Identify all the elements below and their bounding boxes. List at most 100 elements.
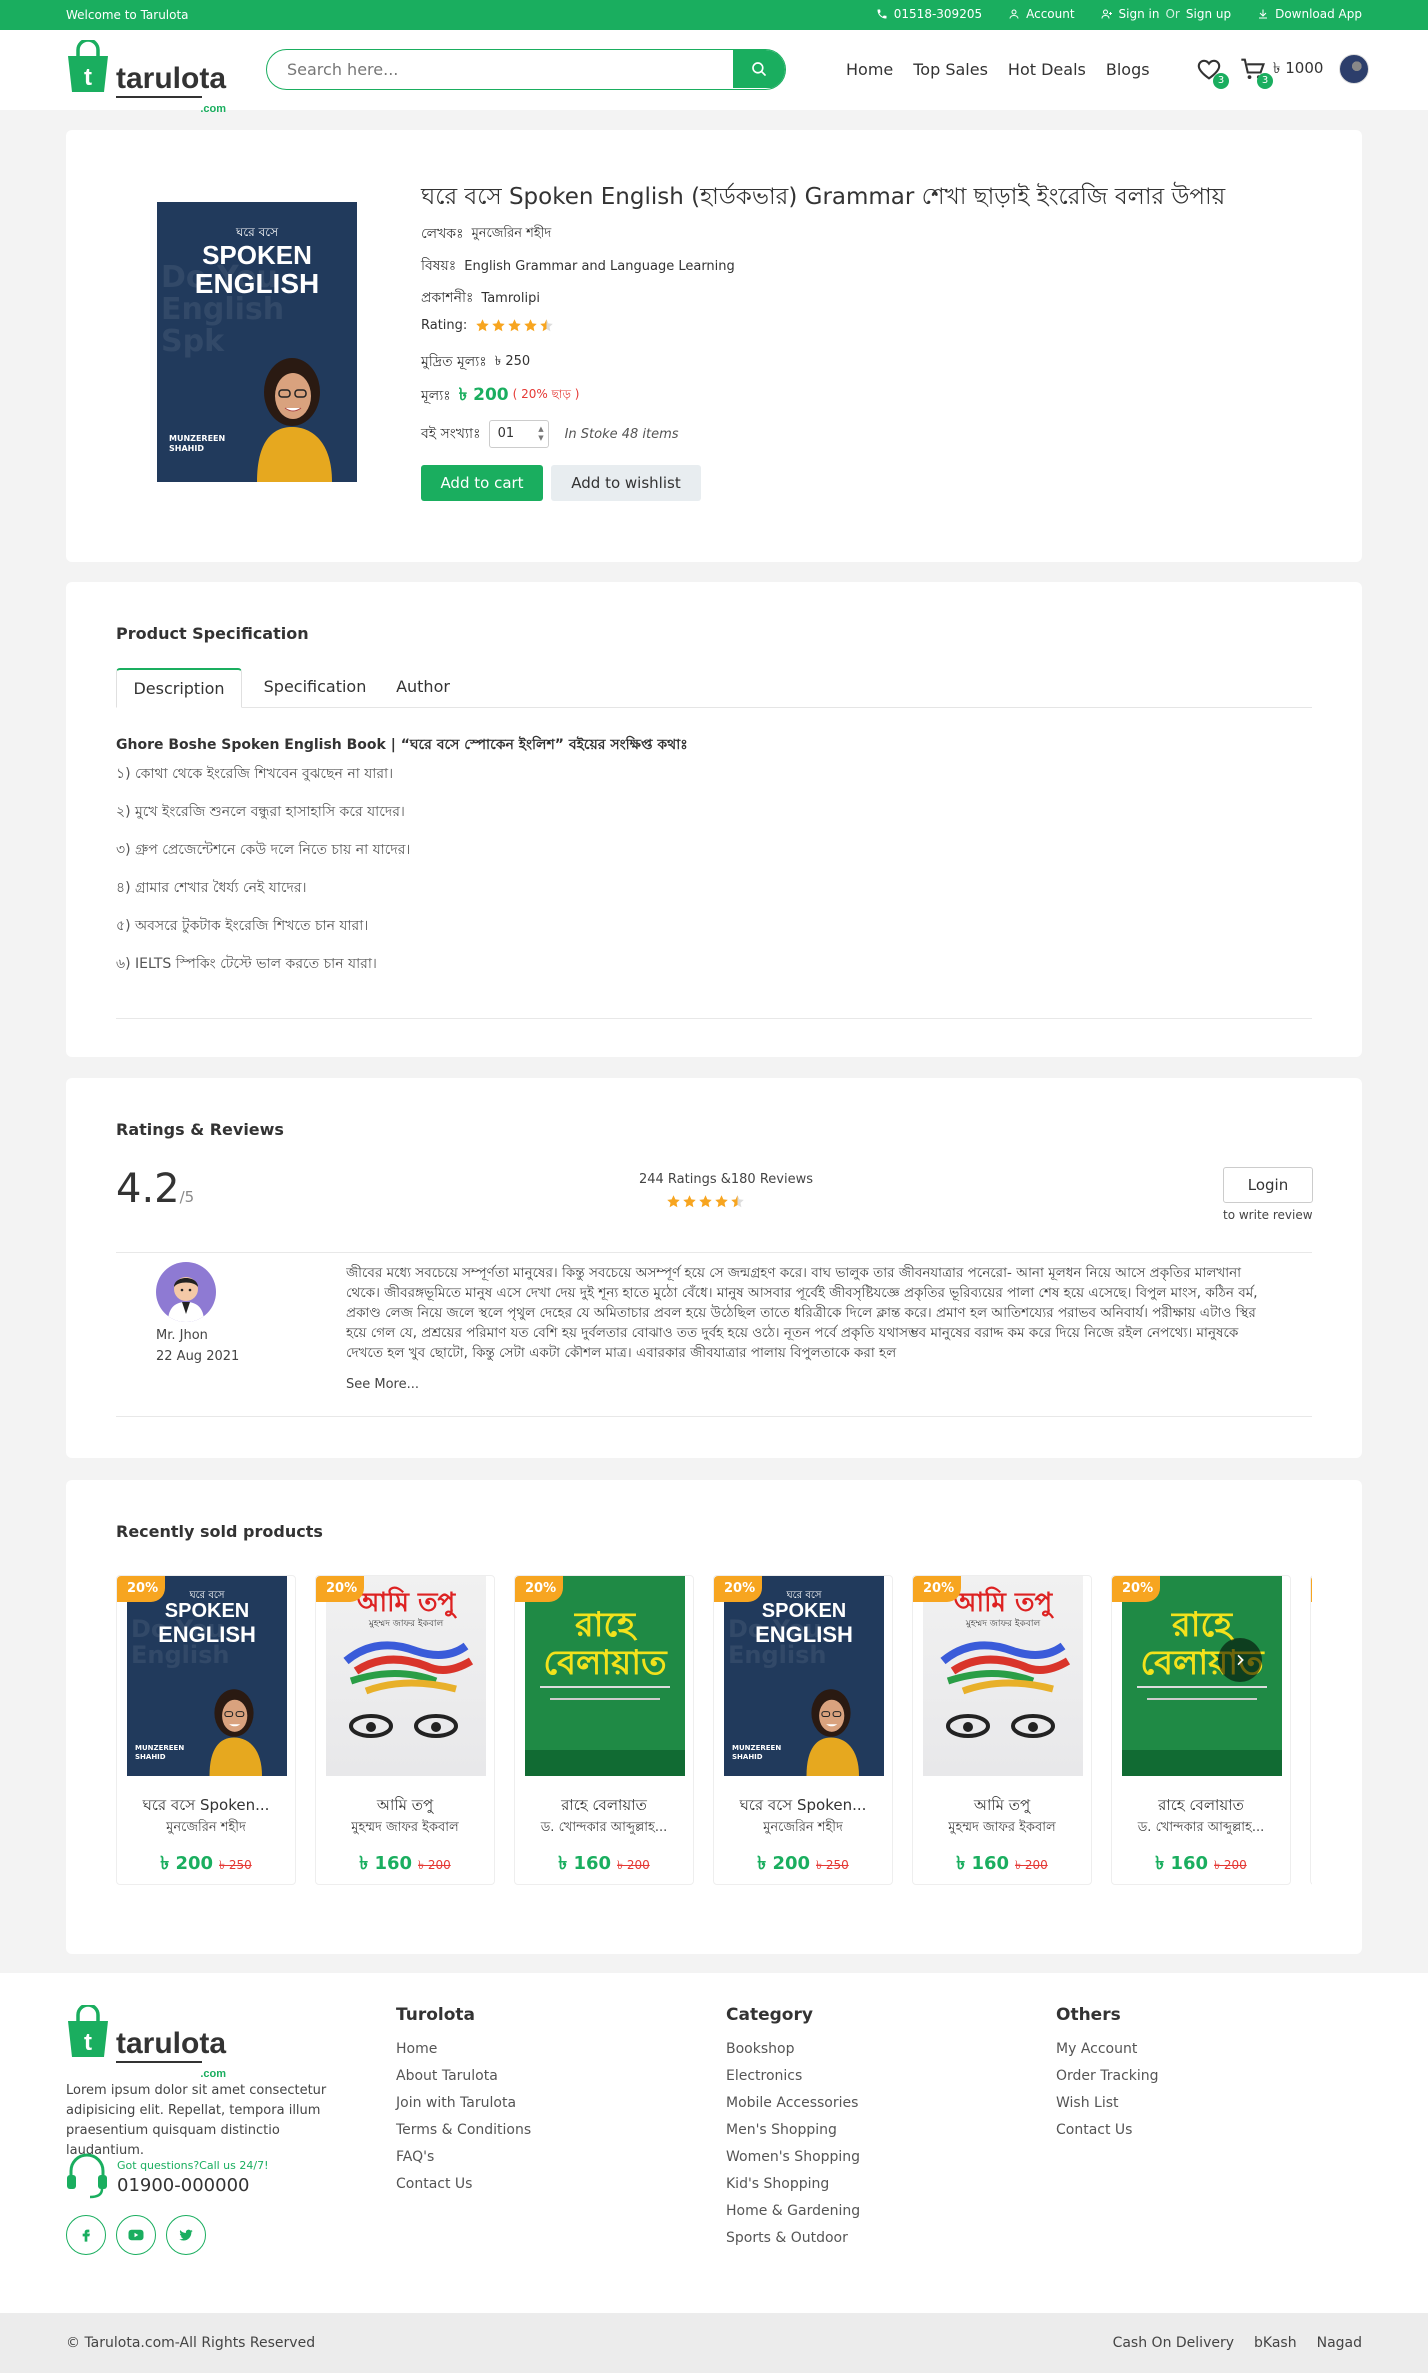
carousel-next-button[interactable] — [1218, 1638, 1262, 1682]
search-button[interactable] — [733, 50, 785, 88]
support-phone[interactable]: 01900-000000 — [117, 2175, 249, 2196]
discount-text: ( 20% ছাড় ) — [512, 387, 580, 401]
download-app-link[interactable]: Download App — [1257, 7, 1362, 21]
rating-score: 4.2 — [116, 1166, 180, 1212]
tab-description[interactable]: Description — [116, 668, 242, 708]
cover-title-line1: SPOKEN — [164, 1600, 250, 1622]
nav-hot-deals[interactable]: Hot Deals — [1008, 60, 1086, 79]
footer-logo[interactable]: t tarulota .com — [66, 2005, 226, 2080]
footer-link[interactable]: Home — [396, 2041, 437, 2057]
twitter-button[interactable] — [166, 2215, 206, 2255]
footer-link[interactable]: My Account — [1056, 2041, 1137, 2057]
product-publisher-row: প্রকাশনীঃ Tamrolipi — [421, 286, 540, 310]
footer-link[interactable]: Terms & Conditions — [396, 2122, 531, 2138]
signup-link[interactable]: Sign up — [1186, 7, 1231, 21]
product-card-title[interactable]: আমি তপু — [913, 1794, 1091, 1819]
account-link[interactable]: Account — [1008, 7, 1075, 21]
product-card[interactable]: 20% আমি তপু মুহম্মদ জাফর ইকবাল আমি তপু মুহম্… — [912, 1575, 1092, 1885]
product-card[interactable]: 20% রাহে বেলায়াত রাহে বেলায়াত ড. খোন্দকার… — [514, 1575, 694, 1885]
cover-author-photo — [209, 1689, 262, 1776]
cover-author: মুহম্মদ জাফর ইকবাল — [965, 1619, 1041, 1629]
nav-home[interactable]: Home — [846, 60, 893, 79]
footer-link[interactable]: FAQ's — [396, 2149, 434, 2165]
subject-value[interactable]: English Grammar and Language Learning — [464, 259, 735, 274]
product-card-title[interactable]: ঘরে বসে Spoken... — [117, 1794, 295, 1819]
product-cover-image: Do You English Spk ঘরে বসে SPOKEN ENGLISH … — [157, 202, 357, 482]
product-author-row: লেখকঃ মুনজেরিন শহীদ — [421, 222, 551, 246]
publisher-value[interactable]: Tamrolipi — [481, 291, 540, 306]
product-card[interactable]: 20% আমি তপু মুহম্মদ জাফর ইকবাল আমি তপু মুহম্… — [315, 1575, 495, 1885]
footer-link[interactable]: Bookshop — [726, 2041, 794, 2057]
footer-link[interactable]: Contact Us — [396, 2176, 472, 2192]
footer-link[interactable]: About Tarulota — [396, 2068, 498, 2084]
add-to-wishlist-button[interactable]: Add to wishlist — [551, 465, 701, 501]
search-input[interactable] — [267, 50, 729, 88]
tab-author[interactable]: Author — [388, 668, 458, 708]
product-card[interactable]: 20% রাহে বেলায়াত রাহে বেলায়াত ড. খোন্দকার… — [1111, 1575, 1291, 1885]
cart-button[interactable]: 3 — [1239, 55, 1273, 89]
user-plus-icon — [1101, 9, 1112, 19]
footer-link[interactable]: Women's Shopping — [726, 2149, 860, 2165]
cart-amount: ৳ 1000 — [1273, 58, 1324, 77]
login-hint: to write review — [1223, 1208, 1313, 1222]
logo-domain: .com — [200, 103, 227, 115]
phone-link[interactable]: 01518-309205 — [876, 7, 982, 21]
login-button[interactable]: Login — [1223, 1167, 1313, 1203]
cover-footer-band — [525, 1750, 685, 1776]
footer-link[interactable]: Mobile Accessories — [726, 2095, 858, 2111]
header-actions: 3 3 ৳ 1000 — [1195, 54, 1370, 89]
product-card-title[interactable]: রাহে বেলায়াত — [1112, 1794, 1290, 1819]
discount-badge: 20% — [714, 1576, 762, 1602]
footer-link[interactable]: Electronics — [726, 2068, 802, 2084]
footer-link[interactable]: Sports & Outdoor — [726, 2230, 848, 2246]
reviewer-avatar-illustration — [168, 1277, 204, 1322]
old-price: ৳ 200 — [617, 1858, 650, 1872]
product-card-partial[interactable] — [1310, 1575, 1312, 1885]
product-image: আমি তপু মুহম্মদ জাফর ইকবাল — [326, 1576, 486, 1776]
footer-link[interactable]: Join with Tarulota — [396, 2095, 516, 2111]
facebook-icon — [82, 2229, 90, 2242]
chevron-up-icon[interactable]: ▲ — [538, 425, 543, 433]
footer-link[interactable]: Men's Shopping — [726, 2122, 837, 2138]
add-to-cart-button[interactable]: Add to cart — [421, 465, 543, 501]
product-card-title[interactable]: ঘরে বসে Spoken... — [714, 1794, 892, 1819]
current-price: ৳ 160 — [956, 1853, 1010, 1874]
description-line: ৪) গ্রামার শেখার ধৈর্য্য নেই যাদের। — [116, 880, 307, 896]
cover-title-line2: ENGLISH — [755, 1622, 853, 1647]
author-value[interactable]: মুনজেরিন শহীদ — [472, 224, 552, 245]
reviews-section-title: Ratings & Reviews — [116, 1120, 284, 1139]
wishlist-count-badge: 3 — [1213, 73, 1229, 89]
nav-blogs[interactable]: Blogs — [1106, 60, 1150, 79]
quantity-stepper[interactable]: 01 ▲ ▼ — [488, 420, 549, 448]
site-logo[interactable]: t tarulota .com — [66, 40, 226, 115]
wishlist-button[interactable]: 3 — [1195, 55, 1229, 89]
cover-title-line2: ENGLISH — [158, 1622, 256, 1647]
product-card-title[interactable]: আমি তপু — [316, 1794, 494, 1819]
footer-link[interactable]: Home & Gardening — [726, 2203, 860, 2219]
signin-link[interactable]: Sign in — [1119, 7, 1160, 21]
shopping-bag-logo-icon: t — [68, 40, 108, 92]
facebook-button[interactable] — [66, 2215, 106, 2255]
user-avatar[interactable] — [1339, 54, 1370, 84]
tab-specification[interactable]: Specification — [250, 668, 380, 708]
signin-group: Sign in Or Sign up — [1101, 7, 1231, 21]
product-card[interactable]: 20% Do You English ঘরে বসে SPOKEN ENGLISH MUNZ… — [116, 1575, 296, 1885]
cover-title: রাহে বেলায়াত — [543, 1605, 667, 1683]
product-card-title[interactable]: রাহে বেলায়াত — [515, 1794, 693, 1819]
footer-link[interactable]: Wish List — [1056, 2095, 1119, 2111]
footer-link[interactable]: Contact Us — [1056, 2122, 1132, 2138]
product-card[interactable]: 20% Do You English ঘরে বসে SPOKEN ENGLISH MUNZ… — [713, 1575, 893, 1885]
footer-link[interactable]: Kid's Shopping — [726, 2176, 829, 2192]
average-rating: 4.2/5 — [116, 1166, 194, 1212]
see-more-link[interactable]: See More... — [346, 1377, 419, 1392]
product-specification-card: Product Specification Description Specif… — [66, 582, 1362, 1057]
payment-methods: Cash On Delivery bKash Nagad — [1113, 2335, 1362, 2351]
youtube-button[interactable] — [116, 2215, 156, 2255]
chevron-down-icon[interactable]: ▼ — [538, 434, 543, 442]
cover-illustration — [940, 1641, 1071, 1738]
review-date: 22 Aug 2021 — [156, 1349, 240, 1364]
user-icon — [1009, 9, 1019, 19]
nav-top-sales[interactable]: Top Sales — [913, 60, 988, 79]
qty-arrows[interactable]: ▲ ▼ — [538, 425, 543, 443]
footer-link[interactable]: Order Tracking — [1056, 2068, 1159, 2084]
